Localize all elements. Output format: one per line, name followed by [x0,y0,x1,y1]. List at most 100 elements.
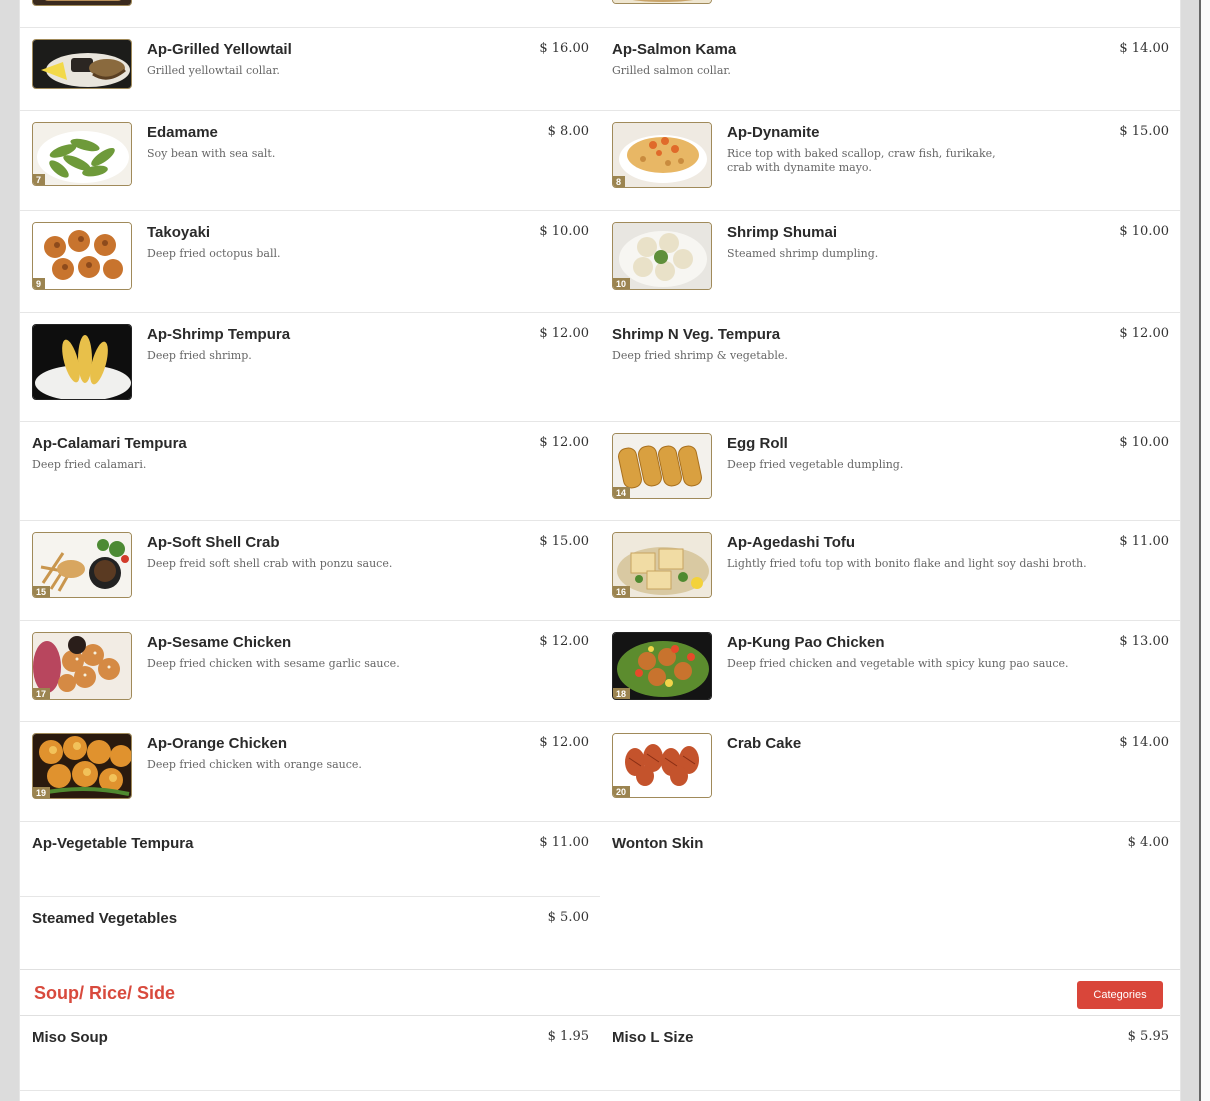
dish-photo: 7 [32,122,132,186]
item-price: $ 1.95 [547,1029,589,1044]
photo-number-badge: 7 [33,174,46,185]
item-description: Grilled yellowtail collar. [147,64,280,77]
item-name: Ap-Kung Pao Chicken [727,634,885,651]
menu-item-shrimp-shumai[interactable]: 10 Shrimp Shumai Steamed shrimp dumpling… [600,211,1180,313]
item-price: $ 12.00 [1119,326,1169,341]
menu-item-dynamite[interactable]: 8 Ap-Dynamite Rice top with baked scallo… [600,111,1180,211]
dish-photo: 15 [32,532,132,598]
item-price: $ 10.00 [1119,435,1169,450]
menu-item-steamed-vegetables[interactable]: Steamed Vegetables $ 5.00 [20,897,600,969]
item-price: $ 12.00 [539,735,589,750]
dish-photo: 14 [612,433,712,499]
item-description: Deep fried calamari. [32,458,147,471]
menu-item-soft-shell-crab[interactable]: 15 Ap-Soft Shell Crab Deep freid soft sh… [20,521,600,621]
photo-number-badge: 17 [33,688,51,699]
dish-photo: 10 [612,222,712,290]
menu-item-shrimp-n-veg-tempura[interactable]: Shrimp N Veg. Tempura Deep fried shrimp … [600,313,1180,422]
photo-number-badge: 18 [613,688,631,699]
menu-item-agedashi-tofu[interactable]: 16 Ap-Agedashi Tofu Lightly fried tofu t… [600,521,1180,621]
item-description: Deep fried chicken with orange sauce. [147,758,362,771]
item-price: $ 14.00 [1119,735,1169,750]
item-name: Ap-Shrimp Tempura [147,326,291,343]
menu-item-kung-pao-chicken[interactable]: 18 Ap-Kung Pao Chicken Deep fried chicke… [600,621,1180,722]
dish-photo [32,324,132,400]
item-price: $ 15.00 [539,534,589,549]
item-price: $ 16.00 [539,41,589,56]
dish-photo: 20 [612,733,712,798]
item-price: $ 8.00 [547,124,589,139]
item-price: $ 13.00 [1119,634,1169,649]
item-name: Ap-Grilled Yellowtail [147,41,292,58]
item-description: Grilled salmon collar. [612,64,731,77]
item-price: $ 5.95 [1127,1029,1169,1044]
menu-item-crab-cake[interactable]: 20 Crab Cake $ 14.00 [600,722,1180,822]
photo-number-badge: 10 [613,278,631,289]
item-description: Deep fried shrimp. [147,349,252,362]
menu-item-miso-soup[interactable]: Miso Soup $ 1.95 [20,1016,600,1091]
item-name: Wonton Skin [612,835,704,852]
item-description: Rice top with baked scallop, craw fish, … [727,147,996,174]
menu-item-shrimp-tempura[interactable]: Ap-Shrimp Tempura Deep fried shrimp. $ 1… [20,313,600,422]
menu-item-edamame[interactable]: 7 Edamame Soy bean with sea salt. $ 8.00 [20,111,600,211]
item-name: Takoyaki [147,224,211,241]
menu-item-vegetable-tempura[interactable]: Ap-Vegetable Tempura $ 11.00 [20,822,600,897]
item-name: Ap-Sesame Chicken [147,634,292,651]
item-price: $ 10.00 [1119,224,1169,239]
item-price: $ 11.00 [1119,534,1169,549]
item-name: Ap-Vegetable Tempura [32,835,194,852]
item-name: Ap-Salmon Kama [612,41,737,58]
menu-item-takoyaki[interactable]: 9 Takoyaki Deep fried octopus ball. $ 10… [20,211,600,313]
item-name: Ap-Dynamite [727,124,820,141]
menu-item-partial[interactable] [600,0,1180,28]
item-description: Deep freid soft shell crab with ponzu sa… [147,557,393,570]
menu-item-calamari-tempura[interactable]: Ap-Calamari Tempura Deep fried calamari.… [20,422,600,521]
dish-photo [612,0,712,4]
item-price: $ 12.00 [539,435,589,450]
menu-item-miso-l-size[interactable]: Miso L Size $ 5.95 [600,1016,1180,1091]
item-price: $ 5.00 [547,910,589,925]
item-description: Deep fried vegetable dumpling. [727,458,904,471]
item-name: Miso Soup [32,1029,108,1046]
categories-button[interactable]: Categories [1077,981,1163,1009]
menu-item-sesame-chicken[interactable]: 17 Ap-Sesame Chicken Deep fried chicken … [20,621,600,722]
menu-item-partial[interactable] [20,0,600,28]
menu-item-orange-chicken[interactable]: 19 Ap-Orange Chicken Deep fried chicken … [20,722,600,822]
item-price: $ 10.00 [539,224,589,239]
category-title: Soup/ Rice/ Side [34,983,176,1003]
item-price: $ 15.00 [1119,124,1169,139]
dish-photo: 16 [612,532,712,598]
item-price: $ 4.00 [1127,835,1169,850]
photo-number-badge: 16 [613,586,631,597]
item-name: Edamame [147,124,218,141]
dish-photo [32,39,132,89]
photo-number-badge: 19 [33,787,51,798]
page-scrollbar[interactable] [1199,0,1210,1101]
item-name: Shrimp N Veg. Tempura [612,326,781,343]
item-price: $ 12.00 [539,634,589,649]
dish-photo: 9 [32,222,132,290]
item-description: Deep fried octopus ball. [147,247,281,260]
menu-item-wonton-skin[interactable]: Wonton Skin $ 4.00 [600,822,1180,897]
item-name: Crab Cake [727,735,802,752]
dish-photo: 18 [612,632,712,700]
item-price: $ 14.00 [1119,41,1169,56]
item-name: Shrimp Shumai [727,224,838,241]
photo-number-badge: 15 [33,586,51,597]
photo-number-badge: 8 [613,176,626,187]
item-description: Deep fried chicken and vegetable with sp… [727,657,1069,670]
menu-item-egg-roll[interactable]: 14 Egg Roll Deep fried vegetable dumplin… [600,422,1180,521]
photo-number-badge: 14 [613,487,631,498]
menu-item-grilled-yellowtail[interactable]: Ap-Grilled Yellowtail Grilled yellowtail… [20,28,600,111]
menu-panel: Ap-Grilled Yellowtail Grilled yellowtail… [19,0,1181,1101]
photo-number-badge: 20 [613,786,631,797]
item-price: $ 12.00 [539,326,589,341]
photo-number-badge: 9 [33,278,46,289]
dish-photo: 17 [32,632,132,700]
item-description: Lightly fried tofu top with bonito flake… [727,557,1087,570]
item-name: Egg Roll [727,435,788,452]
menu-item-salmon-kama[interactable]: Ap-Salmon Kama Grilled salmon collar. $ … [600,28,1180,111]
item-name: Ap-Soft Shell Crab [147,534,280,551]
item-name: Steamed Vegetables [32,910,178,927]
item-price: $ 11.00 [539,835,589,850]
dish-photo: 19 [32,733,132,799]
